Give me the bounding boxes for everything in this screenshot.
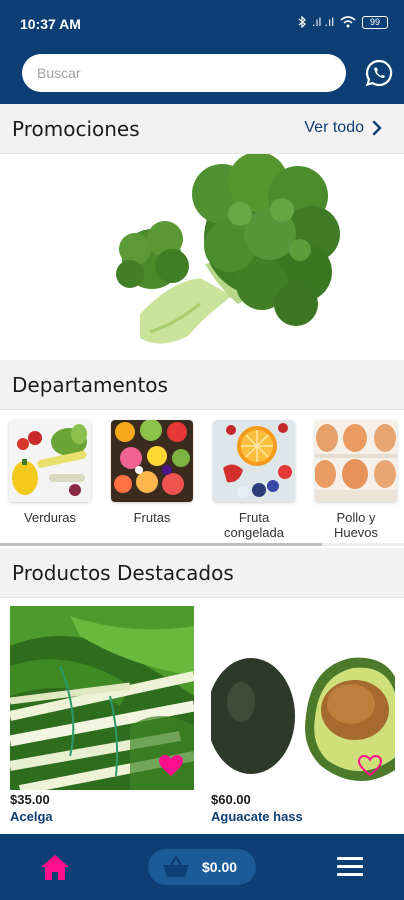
basket-icon xyxy=(163,856,189,877)
see-all-label: Ver todo xyxy=(304,119,364,136)
departments-scroll-thumb[interactable] xyxy=(0,543,322,546)
heart-outline-icon[interactable] xyxy=(357,754,383,778)
product-image xyxy=(211,606,395,790)
department-label: Fruta congelada xyxy=(224,510,284,540)
departments-title: Departamentos xyxy=(12,373,168,397)
departments-header: Departamentos xyxy=(0,360,404,410)
status-time: 10:37 AM xyxy=(20,16,81,32)
department-image xyxy=(315,420,397,502)
department-pollo-huevos[interactable]: Pollo y Huevos xyxy=(314,420,398,540)
cart-total: $0.00 xyxy=(202,859,238,875)
status-icons: .ıl .ıl 99 xyxy=(298,15,388,29)
department-image xyxy=(111,420,193,502)
departments-carousel[interactable]: Verduras Frutas Fruta congelada Pollo y … xyxy=(0,410,404,550)
hamburger-menu-icon[interactable] xyxy=(337,856,363,878)
see-all-link[interactable]: Ver todo xyxy=(304,119,382,137)
department-label: Frutas xyxy=(133,510,171,525)
promotions-header: Promociones Ver todo xyxy=(0,104,404,154)
product-card-aguacate[interactable]: $60.00 Aguacate hass xyxy=(211,606,395,824)
signal-icon: .ıl .ıl xyxy=(311,15,334,29)
product-card-acelga[interactable]: $35.00 Acelga xyxy=(10,606,194,824)
broccoli-image xyxy=(116,152,340,344)
promotions-title: Promociones xyxy=(12,117,140,141)
featured-header: Productos Destacados xyxy=(0,548,404,598)
department-verduras[interactable]: Verduras xyxy=(8,420,92,525)
app-screen: 10:37 AM .ıl .ıl 99 Promociones Ver todo xyxy=(0,0,404,900)
department-image xyxy=(9,420,91,502)
department-image xyxy=(213,420,295,502)
home-icon[interactable] xyxy=(40,853,70,881)
chevron-right-icon xyxy=(372,120,382,136)
app-header: 10:37 AM .ıl .ıl 99 xyxy=(0,0,404,104)
search-input[interactable] xyxy=(22,54,346,92)
department-label: Verduras xyxy=(23,510,77,525)
product-name: Aguacate hass xyxy=(211,809,303,824)
bottom-navigation: $0.00 xyxy=(0,834,404,900)
product-price: $35.00 xyxy=(10,792,50,807)
whatsapp-icon[interactable] xyxy=(364,58,394,88)
status-bar: 10:37 AM .ıl .ıl 99 xyxy=(0,0,404,48)
department-frutas[interactable]: Frutas xyxy=(110,420,194,525)
heart-icon[interactable] xyxy=(158,754,184,778)
promotion-banner[interactable] xyxy=(0,152,404,360)
product-image xyxy=(10,606,194,790)
department-fruta-congelada[interactable]: Fruta congelada xyxy=(212,420,296,540)
product-price: $60.00 xyxy=(211,792,251,807)
cart-button[interactable]: $0.00 xyxy=(148,849,256,885)
wifi-icon xyxy=(340,16,356,28)
department-label: Pollo y Huevos xyxy=(333,510,379,540)
battery-icon: 99 xyxy=(362,15,388,29)
product-name: Acelga xyxy=(10,809,53,824)
bluetooth-icon xyxy=(298,16,306,28)
featured-title: Productos Destacados xyxy=(12,561,234,585)
